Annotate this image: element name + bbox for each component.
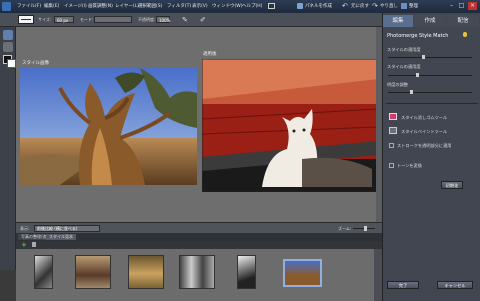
create-panel-button[interactable]: パネルを作成: [305, 3, 332, 9]
slider-3[interactable]: [388, 92, 472, 93]
canvas-area: スタイル画像 適用後: [16, 27, 382, 222]
close-icon[interactable]: ×: [468, 2, 477, 10]
cancel-button[interactable]: キャンセル: [437, 281, 473, 289]
view-status-bar: 表示: 前後比較 (横に並べる) ズーム:: [16, 222, 382, 233]
app-logo-icon: [2, 2, 11, 11]
stroke-checkbox-label: ストロークを透明部分に適用: [397, 143, 452, 148]
maximize-icon[interactable]: □: [457, 2, 466, 10]
style-image[interactable]: [20, 68, 197, 185]
result-image-label: 適用後: [203, 52, 217, 57]
zoom-label: ズーム:: [338, 226, 352, 231]
menu-file[interactable]: ファイル(F): [17, 3, 41, 9]
display-label: 表示:: [20, 226, 30, 231]
hand-tool-icon[interactable]: [3, 42, 13, 52]
size-label: サイズ:: [38, 17, 52, 22]
minimize-icon[interactable]: –: [447, 2, 456, 10]
tip-lightbulb-icon[interactable]: [463, 32, 467, 37]
tab-style-samples[interactable]: スタイル見本: [46, 234, 76, 240]
slider-1[interactable]: [388, 57, 472, 58]
opacity-label: 不透明度:: [138, 17, 156, 22]
options-bar: サイズ: 60 px モード: 不透明度: 100% ✎ ✐: [0, 13, 382, 27]
slider-label-2: スタイルの適用度: [387, 64, 421, 69]
zoom-tool-icon[interactable]: [3, 30, 13, 40]
zoom-slider-knob[interactable]: [364, 226, 367, 231]
menu-filter[interactable]: フィルタ(T): [167, 3, 191, 9]
undo-icon: ↶: [342, 2, 348, 10]
menu-enhance[interactable]: 画質調整(N): [88, 3, 113, 9]
panel-create-icon: [297, 3, 303, 9]
thumbnail-5[interactable]: [237, 255, 256, 289]
tone-checkbox-label: トーンを変換: [397, 163, 422, 168]
slider-1-knob[interactable]: [422, 55, 425, 59]
menu-select[interactable]: 選択範囲(S): [138, 3, 162, 9]
airbrush-icon[interactable]: ✎: [182, 16, 188, 24]
panel-title: Photomerge Style Match: [387, 33, 449, 39]
trash-icon[interactable]: [32, 242, 36, 247]
style-paint-label[interactable]: スタイルペイントツール: [401, 129, 447, 135]
mode-select[interactable]: [94, 16, 132, 23]
opacity-input[interactable]: 100%: [156, 16, 170, 23]
size-input[interactable]: 60 px: [54, 16, 74, 23]
menu-layer[interactable]: レイヤー(L): [115, 3, 139, 9]
menu-bar: ファイル(F) 編集(E) イメージ(I) 画質調整(N) レイヤー(L) 選択…: [0, 0, 480, 13]
thumbnail-3[interactable]: [128, 255, 164, 289]
stroke-checkbox[interactable]: [389, 143, 394, 148]
slider-label-3: 明度の調整: [387, 82, 408, 87]
thumbnail-2[interactable]: [75, 255, 111, 289]
undo-button[interactable]: 元に戻す: [351, 3, 369, 9]
tab-create[interactable]: 作成: [414, 15, 446, 27]
panel-divider: [386, 103, 478, 104]
slider-2[interactable]: [388, 75, 472, 76]
add-icon[interactable]: +: [21, 241, 27, 249]
background-color-swatch[interactable]: [7, 59, 16, 68]
slider-label-1: スタイルの適用度: [387, 47, 421, 52]
style-eraser-label[interactable]: スタイル消しゴムツール: [401, 115, 447, 121]
menu-help[interactable]: ヘルプ(H): [242, 3, 262, 9]
tone-checkbox[interactable]: [389, 163, 394, 168]
menu-window[interactable]: ウィンドウ(W): [212, 3, 242, 9]
bin-scrollbar[interactable]: [374, 249, 382, 301]
style-eraser-icon[interactable]: [389, 113, 397, 120]
slider-3-knob[interactable]: [410, 90, 413, 94]
redo-button[interactable]: やり直し: [380, 3, 398, 9]
bin-tabs: 写真の整理/追加 スタイル見本: [16, 233, 382, 241]
thumbnail-4[interactable]: [179, 255, 215, 289]
display-mode-select[interactable]: 前後比較 (横に並べる): [34, 225, 100, 232]
thumbnail-1[interactable]: [34, 255, 53, 289]
menu-view[interactable]: 表示(V): [192, 3, 208, 9]
thumbnail-6-selected[interactable]: [283, 259, 322, 287]
result-image[interactable]: [202, 59, 378, 192]
tablet-icon[interactable]: ✐: [200, 16, 206, 24]
done-button[interactable]: 完了: [387, 281, 419, 289]
organize-button[interactable]: 整理: [409, 3, 418, 9]
reset-button[interactable]: 初期化: [441, 181, 463, 189]
bin-toolbar: +: [16, 241, 382, 249]
tab-edit[interactable]: 編集: [383, 15, 413, 27]
style-paint-icon[interactable]: [389, 127, 397, 134]
menu-edit[interactable]: 編集(E): [44, 3, 59, 9]
tab-share[interactable]: 配信: [447, 15, 479, 27]
mode-label: モード:: [80, 17, 94, 22]
style-image-label: スタイル画像: [22, 61, 49, 66]
brush-preview-icon: [21, 19, 31, 20]
redo-icon: ↷: [372, 2, 378, 10]
menu-image[interactable]: イメージ(I): [64, 3, 87, 9]
toolbox: [0, 27, 16, 270]
workspace-icon[interactable]: [268, 3, 275, 9]
slider-2-knob[interactable]: [416, 73, 419, 77]
organize-icon: [401, 3, 407, 9]
